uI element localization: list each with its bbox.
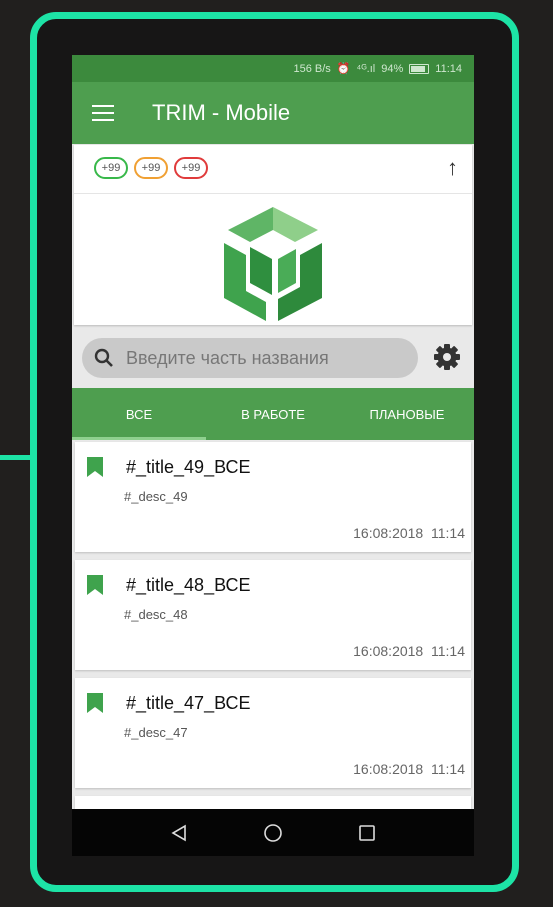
item-time: 11:14 <box>431 643 465 659</box>
list-item[interactable]: #_title_49_ВСЕ #_desc_49 16:08:2018 11:1… <box>75 442 471 552</box>
item-description: #_desc_47 <box>124 725 188 740</box>
item-time: 11:14 <box>431 525 465 541</box>
tab-in-progress[interactable]: В РАБОТЕ <box>206 388 340 440</box>
item-timestamp: 16:08:2018 11:14 <box>353 525 465 541</box>
network-speed: 156 B/s <box>293 62 331 75</box>
search-row <box>72 333 474 383</box>
home-circle-icon <box>264 823 282 842</box>
list-item[interactable]: #_title_47_ВСЕ #_desc_47 16:08:2018 11:1… <box>75 678 471 788</box>
item-description: #_desc_49 <box>124 489 188 504</box>
search-input[interactable] <box>124 346 408 370</box>
item-date: 16:08:2018 <box>353 525 424 541</box>
divider <box>74 193 472 194</box>
badge-green[interactable]: +99 <box>94 157 128 179</box>
list-item[interactable]: #_title_48_ВСЕ #_desc_48 16:08:2018 11:1… <box>75 560 471 670</box>
item-title: #_title_49_ВСЕ <box>126 457 251 477</box>
counter-badges: +99 +99 +99 <box>94 157 208 179</box>
badge-red[interactable]: +99 <box>174 157 208 179</box>
bookmark-icon <box>87 693 103 713</box>
bookmark-icon <box>87 457 103 477</box>
recents-button[interactable] <box>347 813 387 853</box>
item-title: #_title_47_ВСЕ <box>126 693 251 713</box>
app-title: TRIM - Mobile <box>152 100 291 125</box>
signal-icon: ⁴ᴳ.ıl <box>356 62 376 75</box>
item-timestamp: 16:08:2018 11:14 <box>353 643 465 659</box>
tab-planned[interactable]: ПЛАНОВЫЕ <box>340 388 474 440</box>
cube-logo-icon <box>224 207 322 321</box>
battery-icon <box>409 63 430 74</box>
status-bar: 156 B/s ⏰ ⁴ᴳ.ıl 94% 11:14 <box>72 55 474 82</box>
bookmark-icon <box>87 575 103 595</box>
system-nav-bar <box>72 809 474 856</box>
item-description: #_desc_48 <box>124 607 188 622</box>
arrow-up-icon[interactable]: ↑ <box>447 155 458 181</box>
phone-screen: 156 B/s ⏰ ⁴ᴳ.ıl 94% 11:14 TRIM - Mobile … <box>72 55 474 856</box>
search-field[interactable] <box>82 338 418 378</box>
tab-bar: ВСЕ В РАБОТЕ ПЛАНОВЫЕ <box>72 388 474 440</box>
home-button[interactable] <box>253 813 293 853</box>
task-list: #_title_49_ВСЕ #_desc_49 16:08:2018 11:1… <box>72 442 474 834</box>
tab-all[interactable]: ВСЕ <box>72 388 206 440</box>
battery-percent: 94% <box>381 62 404 75</box>
header-card: +99 +99 +99 ↑ <box>74 145 472 325</box>
back-triangle-icon <box>171 824 186 841</box>
menu-icon[interactable] <box>92 105 114 121</box>
status-time: 11:14 <box>435 62 462 75</box>
item-timestamp: 16:08:2018 11:14 <box>353 761 465 777</box>
back-button[interactable] <box>159 813 199 853</box>
item-date: 16:08:2018 <box>353 761 424 777</box>
search-icon <box>94 348 113 367</box>
recents-square-icon <box>359 824 375 841</box>
app-bar: TRIM - Mobile <box>72 82 474 144</box>
badge-orange[interactable]: +99 <box>134 157 168 179</box>
alarm-icon: ⏰ <box>336 63 351 75</box>
item-time: 11:14 <box>431 761 465 777</box>
gear-icon[interactable] <box>432 342 462 372</box>
item-title: #_title_48_ВСЕ <box>126 575 251 595</box>
item-date: 16:08:2018 <box>353 643 424 659</box>
